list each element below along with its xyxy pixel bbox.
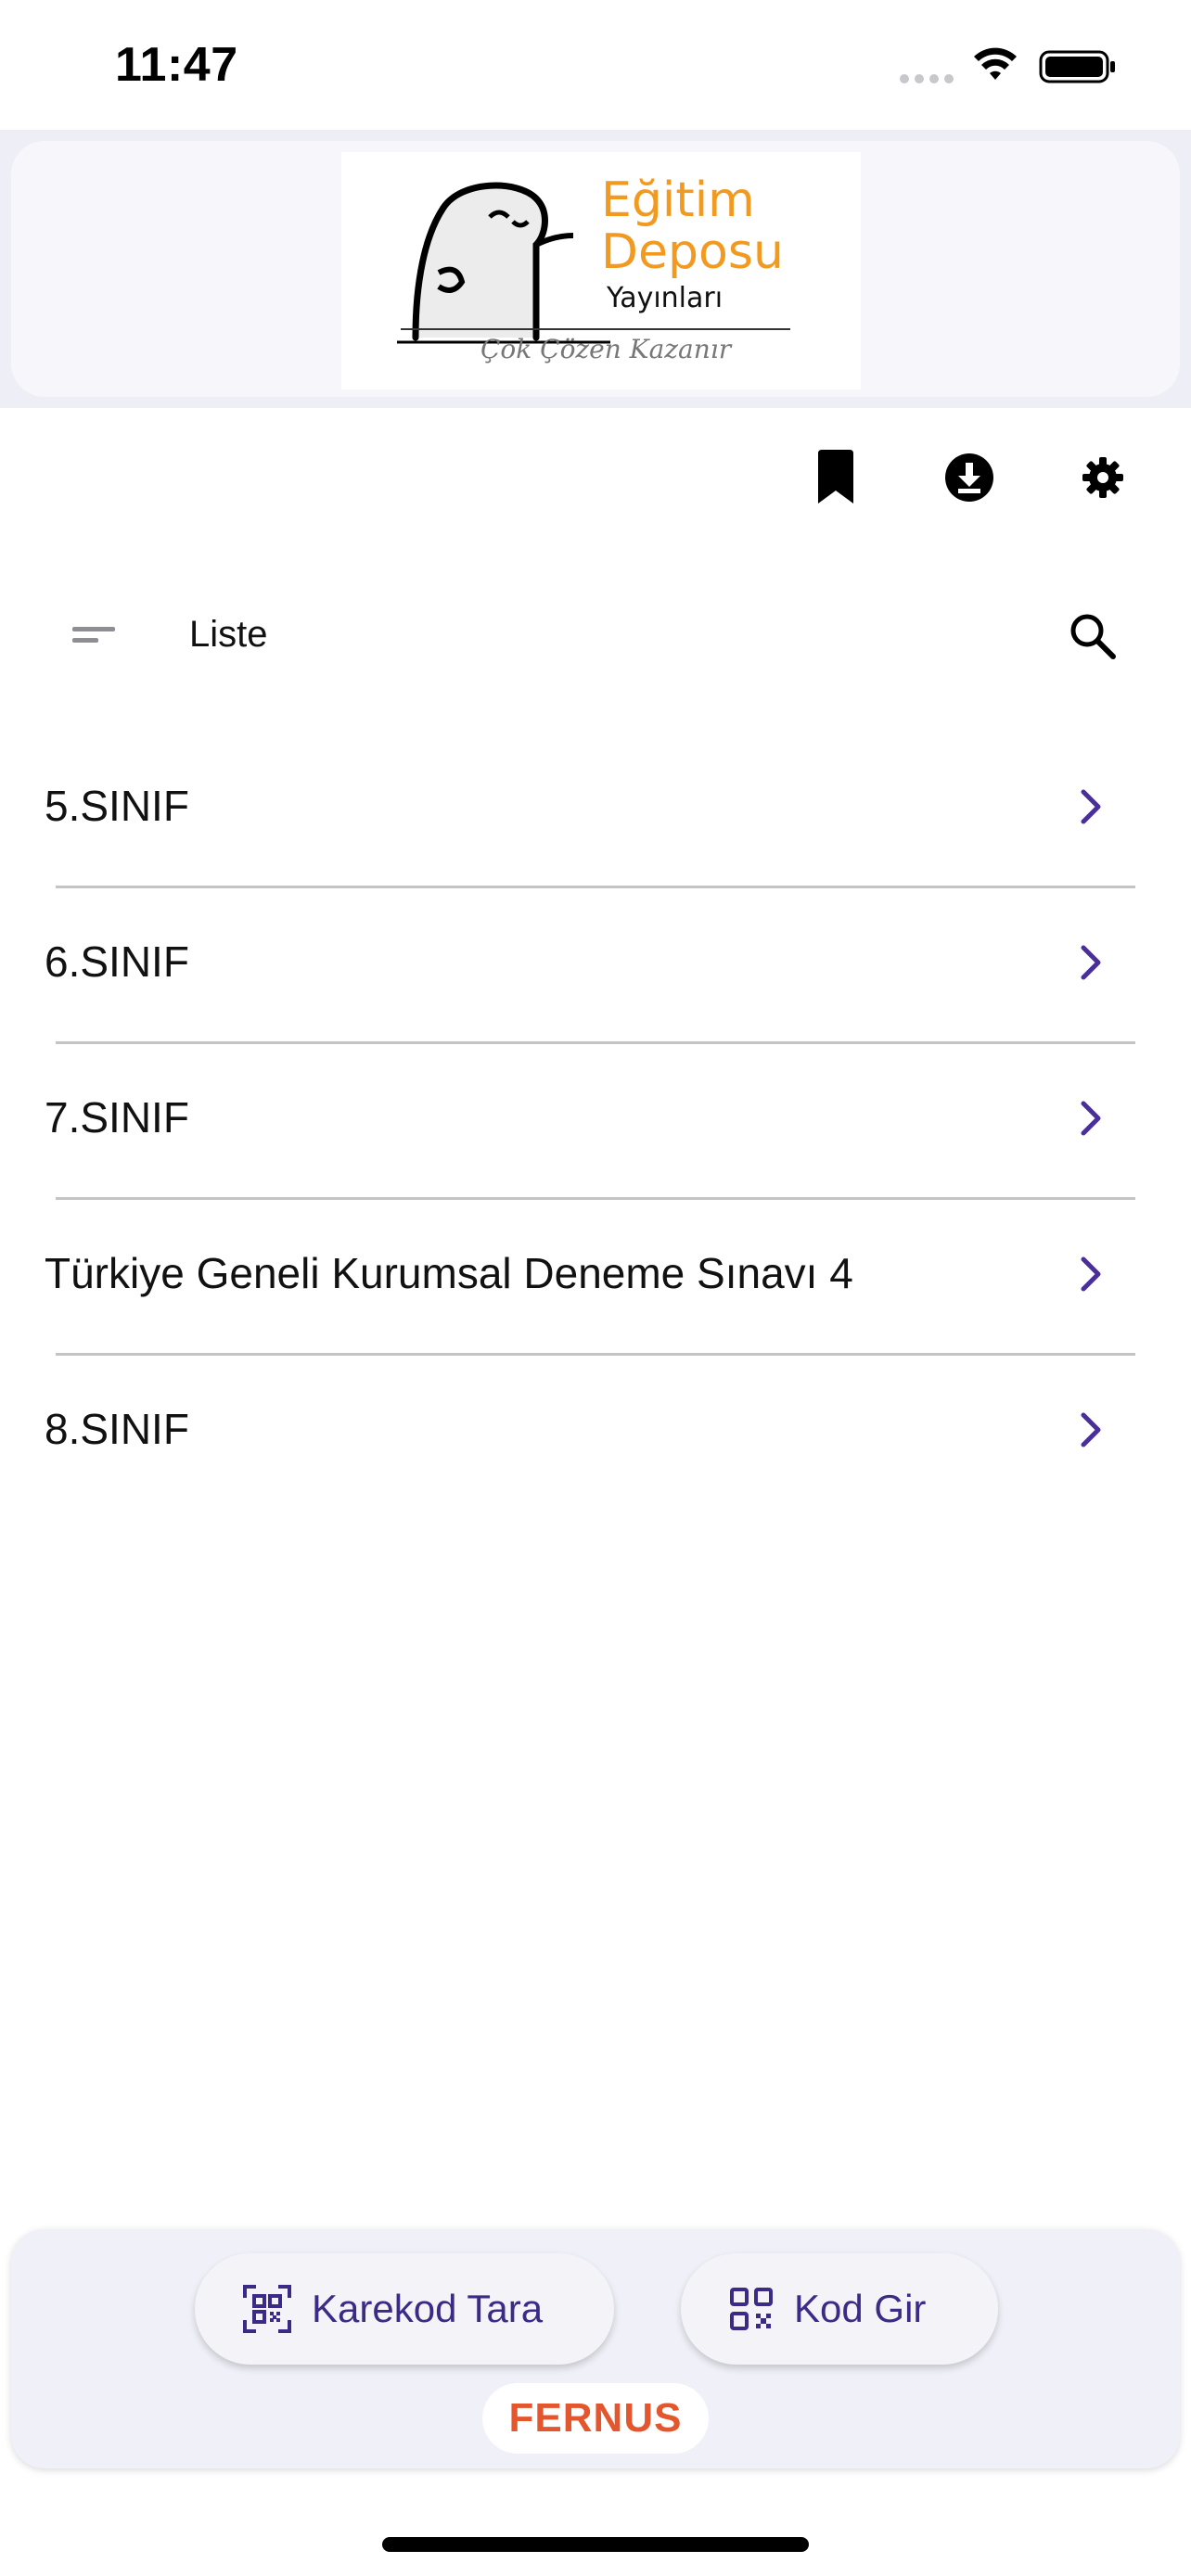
logo-subtitle: Yayınları <box>607 282 724 314</box>
cellular-signal-icon <box>900 74 954 83</box>
list-item[interactable]: 5.SINIF <box>0 733 1191 888</box>
list-item[interactable]: Türkiye Geneli Kurumsal Deneme Sınavı 4 <box>0 1200 1191 1356</box>
logo-underline <box>401 328 790 330</box>
list-item-label: 8.SINIF <box>45 1405 189 1453</box>
chevron-right-icon <box>1081 1412 1101 1447</box>
settings-icon[interactable] <box>1070 445 1135 510</box>
fernus-brand-text: FERNUS <box>508 2395 683 2441</box>
chevron-right-icon <box>1081 1101 1101 1136</box>
list-item-label: 6.SINIF <box>45 937 189 986</box>
chevron-right-icon <box>1081 1256 1101 1292</box>
list-item[interactable]: 7.SINIF <box>0 1044 1191 1200</box>
qr-scan-icon <box>243 2285 291 2333</box>
list-item-label: Türkiye Geneli Kurumsal Deneme Sınavı 4 <box>45 1249 853 1297</box>
qr-code-icon <box>730 2288 773 2330</box>
list-item-label: 7.SINIF <box>45 1093 189 1141</box>
list-item[interactable]: 6.SINIF <box>0 888 1191 1044</box>
category-list: 5.SINIF 6.SINIF 7.SINIF Türkiye Geneli K… <box>0 733 1191 1511</box>
battery-icon <box>1039 50 1115 83</box>
enter-code-button[interactable]: Kod Gir <box>681 2253 998 2365</box>
logo-title-1: Eğitim <box>601 172 755 228</box>
logo-slogan: Çok Çözen Kazanır <box>480 334 732 364</box>
search-icon[interactable] <box>1067 610 1119 662</box>
home-indicator <box>382 2537 809 2552</box>
enter-code-label: Kod Gir <box>794 2287 927 2330</box>
status-bar: 11:47 <box>0 0 1191 130</box>
chevron-right-icon <box>1081 945 1101 980</box>
brand-logo: Eğitim Deposu Yayınları Çok Çözen Kazanı… <box>341 152 861 389</box>
filter-icon[interactable] <box>69 614 121 657</box>
download-icon[interactable] <box>937 445 1002 510</box>
list-item[interactable]: 8.SINIF <box>0 1356 1191 1511</box>
logo-title-2: Deposu <box>601 224 784 280</box>
fernus-logo: FERNUS <box>482 2383 709 2454</box>
header-band: Eğitim Deposu Yayınları Çok Çözen Kazanı… <box>0 130 1191 408</box>
scan-qr-button[interactable]: Karekod Tara <box>195 2253 614 2365</box>
list-header: Liste <box>0 593 1191 677</box>
wifi-icon <box>974 47 1017 80</box>
chevron-right-icon <box>1081 789 1101 824</box>
header-card: Eğitim Deposu Yayınları Çok Çözen Kazanı… <box>11 141 1180 397</box>
list-title: Liste <box>189 614 268 655</box>
scan-qr-label: Karekod Tara <box>312 2287 544 2330</box>
status-time: 11:47 <box>115 38 238 92</box>
list-item-label: 5.SINIF <box>45 782 189 830</box>
bottom-panel: Karekod Tara Kod Gir FERNUS <box>11 2229 1180 2468</box>
bookmark-icon[interactable] <box>803 445 868 510</box>
